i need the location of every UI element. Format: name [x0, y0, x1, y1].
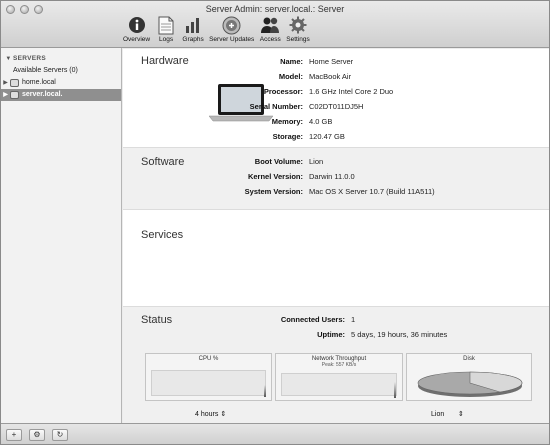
window-title: Server Admin: server.local.: Server [205, 4, 345, 14]
disclosure-closed-icon[interactable]: ▶ [1, 89, 10, 101]
field-value: 1.6 GHz Intel Core 2 Duo [309, 86, 394, 96]
field-value: 4.0 GB [309, 116, 333, 126]
network-peak-label: Peak: 557 KB/s [321, 362, 357, 368]
toolbar-overview-label: Overview [123, 36, 151, 43]
toolbar-server-updates-label: Server Updates [209, 36, 255, 43]
sidebar-item-home-local[interactable]: ▶ home.local [1, 77, 121, 89]
field-value: 120.47 GB [309, 131, 345, 141]
volume-value: Lion [431, 411, 445, 418]
disclosure-open-icon[interactable]: ▼ [4, 56, 13, 62]
toolbar: Overview Logs Graphs Server Updates Acce… [123, 15, 315, 43]
available-servers-label: Available Servers (0) [13, 67, 78, 74]
software-title: Software [141, 156, 185, 168]
toolbar-logs-button[interactable]: Logs [155, 15, 177, 43]
field-value: Home Server [309, 56, 354, 66]
field-label: Kernel Version: [247, 171, 303, 181]
toolbar-logs-label: Logs [159, 36, 174, 43]
toolbar-settings-button[interactable]: Settings [286, 15, 310, 43]
field-value: Darwin 11.0.0 [309, 171, 355, 181]
sidebar-item-label: home.local [22, 79, 56, 86]
hw-serial-row: Serial Number: C02DT011DJ5H [229, 99, 364, 113]
action-menu-button[interactable]: ⚙ [29, 429, 45, 441]
toolbar-overview-button[interactable]: Overview [123, 15, 150, 43]
hardware-title: Hardware [141, 55, 189, 67]
field-label: Storage: [272, 131, 303, 141]
server-icon [10, 79, 19, 87]
field-label: Memory: [271, 116, 303, 126]
server-admin-window: Server Admin: server.local.: Server Over… [0, 0, 550, 445]
software-section: Software Boot Volume: Lion Kernel Version… [123, 147, 549, 210]
sw-boot-volume-row: Boot Volume: Lion [229, 154, 323, 168]
gear-icon: ⚙ [33, 430, 41, 439]
field-label: Boot Volume: [254, 156, 303, 166]
field-label: Model: [278, 71, 303, 81]
network-graph [281, 373, 397, 398]
services-title: Services [141, 229, 184, 241]
services-section: Services [123, 210, 549, 306]
sidebar: ▼SERVERS Available Servers (0) ▶ home.lo… [1, 48, 122, 423]
sidebar-item-server-local[interactable]: ▶ server.local. [1, 89, 121, 101]
sw-kernel-row: Kernel Version: Darwin 11.0.0 [229, 169, 355, 183]
field-value: Mac OS X Server 10.7 (Build 11A511) [309, 186, 435, 196]
field-label: Processor: [263, 86, 303, 96]
disk-panel-title: Disk [463, 356, 475, 362]
volume-popup[interactable]: Lion ⇕ [431, 410, 464, 418]
plus-icon: + [11, 430, 17, 439]
popup-arrows-icon: ⇕ [457, 411, 464, 418]
sidebar-available-servers[interactable]: Available Servers (0) [1, 65, 121, 77]
disk-panel: Disk [406, 353, 532, 401]
time-range-popup[interactable]: 4 hours ⇕ [195, 410, 226, 418]
field-label: Name: [280, 56, 303, 66]
toolbar-access-button[interactable]: Access [259, 15, 281, 43]
gear-icon [287, 15, 309, 35]
updates-icon [221, 15, 243, 35]
field-label: System Version: [244, 186, 303, 196]
connected-users-row: Connected Users: 1 [271, 312, 355, 326]
toolbar-access-label: Access [259, 36, 281, 43]
add-server-button[interactable]: + [6, 429, 22, 441]
sidebar-item-label: server.local. [22, 91, 63, 98]
overview-pane: Hardware Name: Home Server Model: MacBook … [123, 49, 549, 423]
sw-system-version-row: System Version: Mac OS X Server 10.7 (Bui… [229, 184, 435, 198]
refresh-button[interactable]: ↻ [52, 429, 68, 441]
cpu-graph [151, 370, 266, 397]
field-value: Lion [309, 156, 324, 166]
popup-arrows-icon: ⇕ [220, 411, 227, 418]
disclosure-closed-icon[interactable]: ▶ [1, 77, 10, 89]
hardware-section: Hardware Name: Home Server Model: MacBook … [123, 49, 549, 147]
field-value: C02DT011DJ5H [309, 101, 364, 111]
uptime-row: Uptime: 5 days, 19 hours, 36 minutes [271, 327, 447, 341]
hw-processor-row: Processor: 1.6 GHz Intel Core 2 Duo [229, 84, 393, 98]
hw-memory-row: Memory: 4.0 GB [229, 114, 333, 128]
toolbar-graphs-button[interactable]: Graphs [182, 15, 204, 43]
users-icon [259, 15, 281, 35]
field-value: 5 days, 19 hours, 36 minutes [351, 329, 448, 339]
hw-storage-row: Storage: 120.47 GB [229, 129, 345, 143]
title-bar: Server Admin: server.local.: Server Over… [1, 1, 549, 48]
bottom-bar: + ⚙ ↻ [1, 423, 549, 444]
status-title: Status [141, 314, 173, 326]
hw-name-row: Name: Home Server [229, 54, 353, 68]
toolbar-settings-label: Settings [286, 36, 310, 43]
cpu-panel-title: CPU % [198, 356, 219, 362]
hw-model-row: Model: MacBook Air [229, 69, 351, 83]
info-icon [126, 15, 148, 35]
toolbar-graphs-label: Graphs [182, 36, 204, 43]
document-icon [155, 15, 177, 35]
server-icon [10, 91, 19, 99]
disk-usage-pie [417, 371, 523, 397]
toolbar-server-updates-button[interactable]: Server Updates [209, 15, 254, 43]
sidebar-header[interactable]: ▼SERVERS [1, 48, 121, 62]
field-value: 1 [351, 314, 356, 324]
field-label: Serial Number: [249, 101, 303, 111]
refresh-icon: ↻ [56, 430, 64, 439]
bar-graph-icon [182, 15, 204, 35]
field-label: Uptime: [317, 329, 345, 339]
field-value: MacBook Air [309, 71, 352, 81]
time-range-value: 4 hours [195, 411, 219, 418]
network-panel: Network Throughput Peak: 557 KB/s [275, 353, 403, 401]
field-label: Connected Users: [280, 314, 345, 324]
sidebar-header-label: SERVERS [13, 55, 47, 62]
cpu-panel: CPU % [145, 353, 272, 401]
